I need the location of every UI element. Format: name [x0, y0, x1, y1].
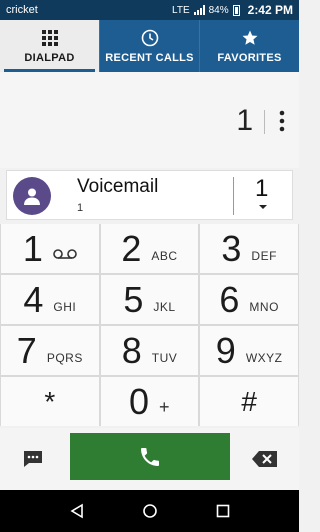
key-hash[interactable]: # — [200, 377, 298, 426]
speed-dial-number[interactable]: 1 — [255, 175, 268, 203]
chevron-down-icon[interactable] — [259, 205, 267, 209]
key-4[interactable]: 4 GHI — [1, 275, 99, 324]
key-digit: 1 — [22, 227, 43, 269]
key-letters: MNO — [249, 299, 279, 314]
key-letters: + — [159, 397, 171, 417]
back-icon[interactable] — [67, 501, 87, 521]
tab-label: FAVORITES — [217, 52, 282, 64]
key-letters: PQRS — [46, 350, 83, 365]
contact-suggestion[interactable]: Voicemail 1 1 — [6, 170, 293, 220]
contact-name: Voicemail — [77, 176, 159, 197]
key-letters: GHI — [53, 299, 77, 314]
key-letters: JKL — [153, 299, 176, 314]
key-letters: ABC — [151, 248, 178, 263]
network-type: LTE — [172, 4, 190, 16]
tab-dialpad[interactable]: DIALPAD — [0, 20, 99, 72]
clock-icon — [141, 28, 159, 48]
key-digit: * — [44, 385, 56, 417]
avatar — [13, 177, 51, 215]
battery-percent: 84% — [208, 4, 229, 16]
key-digit: 9 — [215, 329, 236, 371]
status-icons: LTE 84% 2:42 PM — [172, 3, 293, 17]
key-6[interactable]: 6 MNO — [200, 275, 298, 324]
key-letters: WXYZ — [245, 350, 283, 365]
status-bar: cricket LTE 84% 2:42 PM — [0, 0, 299, 20]
battery-icon — [232, 4, 240, 16]
clock-time: 2:42 PM — [247, 3, 293, 17]
entry-divider — [264, 110, 265, 134]
key-digit: 7 — [16, 329, 37, 371]
call-button[interactable] — [70, 433, 230, 480]
number-entry-area: 1 — [0, 72, 299, 168]
key-digit: 2 — [121, 227, 142, 269]
key-8[interactable]: 8 TUV — [100, 326, 199, 375]
key-9[interactable]: 9 WXYZ — [200, 326, 298, 375]
key-5[interactable]: 5 JKL — [100, 275, 199, 324]
card-divider — [233, 177, 234, 215]
action-row — [0, 428, 299, 490]
key-7[interactable]: 7 PQRS — [1, 326, 99, 375]
carrier-name: cricket — [6, 4, 38, 16]
navigation-bar — [0, 490, 299, 532]
star-icon — [241, 28, 259, 48]
message-button[interactable] — [20, 446, 46, 472]
keypad: 1 2 ABC 3 DEF 4 GHI 5 JKL 6 MNO 7 PQRS 8… — [0, 224, 299, 426]
tab-bar: DIALPAD RECENT CALLS FAVORITES — [0, 20, 299, 72]
key-digit: # — [241, 385, 257, 417]
key-star[interactable]: * — [1, 377, 99, 426]
key-digit: 5 — [123, 278, 144, 320]
backspace-button[interactable] — [250, 446, 280, 472]
dialer-screen: cricket LTE 84% 2:42 PM DIALPAD RECENT C… — [0, 0, 299, 532]
voicemail-icon — [53, 248, 77, 263]
key-1[interactable]: 1 — [1, 224, 99, 273]
tab-favorites[interactable]: FAVORITES — [199, 20, 299, 72]
key-letters: TUV — [151, 350, 178, 365]
key-digit: 0 — [128, 380, 149, 422]
recent-apps-icon[interactable] — [213, 501, 233, 521]
key-2[interactable]: 2 ABC — [100, 224, 199, 273]
key-digit: 6 — [219, 278, 240, 320]
signal-icon — [193, 5, 205, 15]
contact-number: 1 — [77, 202, 84, 214]
tab-recent-calls[interactable]: RECENT CALLS — [99, 20, 199, 72]
tab-label: RECENT CALLS — [105, 52, 194, 64]
phone-icon — [141, 447, 159, 466]
more-options-icon[interactable] — [277, 108, 287, 134]
person-icon — [24, 188, 40, 205]
key-digit: 3 — [221, 227, 242, 269]
key-letters: DEF — [251, 248, 277, 263]
tab-label: DIALPAD — [24, 52, 75, 64]
backspace-icon — [252, 451, 277, 467]
dialed-number[interactable]: 1 — [236, 104, 253, 138]
dialpad-grid-icon — [41, 28, 58, 48]
key-3[interactable]: 3 DEF — [200, 224, 298, 273]
key-0[interactable]: 0 + — [100, 377, 199, 426]
key-digit: 4 — [23, 278, 44, 320]
home-icon[interactable] — [140, 501, 160, 521]
message-icon — [24, 451, 42, 467]
key-digit: 8 — [121, 329, 142, 371]
